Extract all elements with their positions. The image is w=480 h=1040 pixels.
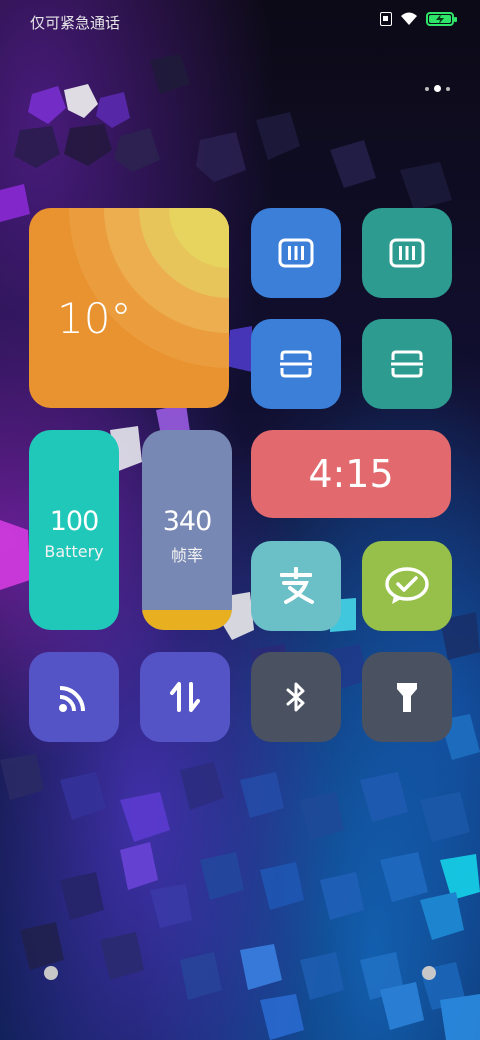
bluetooth-icon (286, 682, 305, 712)
mobile-data-toggle[interactable] (140, 652, 230, 742)
status-icons (380, 12, 457, 26)
bluetooth-toggle[interactable] (251, 652, 341, 742)
status-bar: 仅可紧急通话 (0, 0, 480, 42)
battery-value: 100 (49, 506, 100, 537)
page-indicator (425, 85, 450, 92)
weather-temperature: 10° (57, 294, 132, 343)
alipay-button[interactable] (251, 541, 341, 631)
scan-button-1[interactable] (251, 319, 341, 409)
page-dot (425, 86, 429, 91)
fps-label: 帧率 (170, 546, 203, 565)
alipay-icon (280, 567, 314, 604)
barcode-scanner-icon (278, 238, 314, 268)
wifi-icon (401, 12, 417, 25)
cast-toggle[interactable] (29, 652, 119, 742)
scan-frame-icon (391, 350, 423, 378)
right-corner-dot[interactable] (422, 966, 436, 980)
scan-frame-icon (280, 350, 312, 378)
fps-level-bar (142, 610, 232, 630)
left-corner-dot[interactable] (44, 966, 58, 980)
battery-widget[interactable]: 100 Battery (29, 430, 119, 630)
page-dot (446, 86, 450, 91)
flashlight-toggle[interactable] (362, 652, 452, 742)
cast-icon (59, 686, 85, 712)
battery-label: Battery (44, 542, 104, 561)
page-dot-active (434, 85, 441, 92)
barcode-scanner-button-1[interactable] (251, 208, 341, 298)
sim-icon (380, 12, 392, 26)
weather-widget[interactable]: 10° (29, 208, 229, 408)
scan-button-2[interactable] (362, 319, 452, 409)
battery-charging-icon (426, 12, 457, 26)
barcode-scanner-button-2[interactable] (362, 208, 452, 298)
flashlight-icon (397, 683, 417, 712)
carrier-status-text: 仅可紧急通话 (30, 14, 121, 32)
mobile-data-icon (170, 682, 200, 712)
barcode-scanner-icon (389, 238, 425, 268)
clock-widget[interactable]: 4:15 (251, 430, 451, 518)
wechat-button[interactable] (362, 541, 452, 631)
fps-widget[interactable]: 340 帧率 (142, 430, 232, 630)
clock-time: 4:15 (308, 452, 394, 496)
wechat-icon (385, 567, 429, 604)
fps-value: 340 (162, 506, 213, 537)
